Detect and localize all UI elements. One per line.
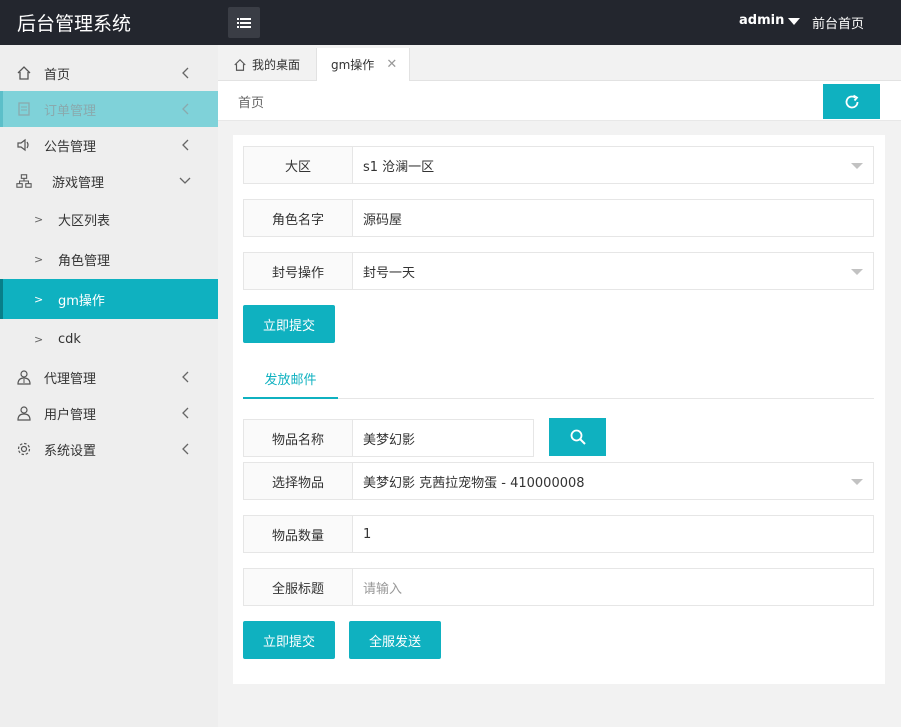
sidebar-item-settings[interactable]: 系统设置 [0, 431, 218, 467]
region-value: s1 沧澜一区 [363, 159, 435, 175]
tab-gm-ops[interactable]: gm操作 ✕ [316, 48, 410, 81]
top-header: 后台管理系统 admin 前台首页 [0, 0, 901, 45]
quantity-input[interactable]: 1 [353, 515, 874, 553]
refresh-icon [845, 94, 858, 108]
region-select[interactable]: s1 沧澜一区 [353, 146, 874, 184]
select-item-row: 选择物品 美梦幻影 克茜拉宠物蛋 - 410000008 [243, 462, 874, 500]
app-title: 后台管理系统 [17, 13, 132, 35]
sidebar-item-orders[interactable]: 订单管理 [0, 91, 218, 127]
chevron-right-icon: > [34, 292, 44, 306]
sidebar-item-label: 订单管理 [44, 103, 97, 119]
title-placeholder: 请输入 [363, 581, 403, 597]
item-name-row: 物品名称 美梦幻影 [243, 419, 534, 457]
ban-value: 封号一天 [363, 265, 416, 281]
sidebar-item-label: 系统设置 [44, 443, 97, 459]
sidebar-item-label: 代理管理 [44, 371, 97, 387]
item-select[interactable]: 美梦幻影 克茜拉宠物蛋 - 410000008 [353, 462, 874, 500]
chevron-left-icon [178, 102, 192, 116]
broadcast-send-button[interactable]: 全服发送 [349, 621, 441, 659]
breadcrumb-bar: 首页 [218, 81, 901, 121]
item-name-input[interactable]: 美梦幻影 [353, 419, 534, 457]
title-input[interactable]: 请输入 [353, 568, 874, 606]
mail-submit-button[interactable]: 立即提交 [243, 621, 335, 659]
role-name-input[interactable]: 源码屋 [353, 199, 874, 237]
sidebar-item-users[interactable]: 用户管理 [0, 395, 218, 431]
quantity-label: 物品数量 [243, 515, 353, 553]
menu-icon [237, 17, 251, 28]
home-icon [234, 58, 246, 71]
sidebar-item-home[interactable]: 首页 [0, 55, 218, 91]
speaker-icon [16, 137, 32, 153]
tab-label: 我的桌面 [252, 58, 301, 72]
ban-select[interactable]: 封号一天 [353, 252, 874, 290]
sidebar-item-label: 首页 [44, 67, 71, 83]
tab-my-desktop[interactable]: 我的桌面 [224, 48, 316, 81]
tab-label: gm操作 [331, 58, 375, 72]
item-select-value: 美梦幻影 克茜拉宠物蛋 - 410000008 [363, 475, 585, 491]
breadcrumb[interactable]: 首页 [238, 92, 264, 111]
sidebar-subitem-label: cdk [58, 331, 81, 347]
document-icon [16, 101, 32, 117]
users-icon [16, 369, 32, 385]
menu-toggle-button[interactable] [228, 7, 260, 38]
caret-down-icon [788, 17, 801, 25]
item-name-value: 美梦幻影 [363, 432, 416, 448]
user-menu[interactable]: admin [739, 13, 801, 28]
chevron-right-icon: > [34, 252, 44, 266]
tab-bar: 我的桌面 gm操作 ✕ [218, 45, 901, 81]
search-icon [570, 429, 586, 445]
sidebar-subitem-gm-ops[interactable]: > gm操作 [0, 279, 218, 319]
role-row: 角色名字 源码屋 [243, 199, 874, 237]
tab-send-mail[interactable]: 发放邮件 [243, 360, 338, 399]
role-label: 角色名字 [243, 199, 353, 237]
sidebar-subitem-role-manage[interactable]: > 角色管理 [0, 239, 218, 279]
chevron-left-icon [178, 370, 192, 384]
front-page-link[interactable]: 前台首页 [812, 13, 864, 32]
sidebar-subitem-label: 大区列表 [58, 213, 111, 229]
chevron-down-icon [178, 174, 192, 188]
ban-label: 封号操作 [243, 252, 353, 290]
gear-icon [16, 441, 32, 457]
sitemap-icon [16, 173, 32, 189]
user-icon [16, 405, 32, 421]
sidebar: 首页 订单管理 公告管理 游戏管理 > 大区列表 > 角色管理 > gm操作 >… [0, 45, 218, 727]
quantity-value: 1 [363, 526, 372, 542]
chevron-left-icon [178, 138, 192, 152]
chevron-left-icon [178, 442, 192, 456]
chevron-left-icon [178, 406, 192, 420]
caret-down-icon [851, 269, 863, 275]
title-row: 全服标题 请输入 [243, 568, 874, 606]
sidebar-subitem-region-list[interactable]: > 大区列表 [0, 199, 218, 239]
sidebar-subitem-label: 角色管理 [58, 253, 111, 269]
quantity-row: 物品数量 1 [243, 515, 874, 553]
chevron-left-icon [178, 66, 192, 80]
chevron-right-icon: > [34, 332, 44, 346]
ban-row: 封号操作 封号一天 [243, 252, 874, 290]
home-icon [16, 65, 32, 81]
username: admin [739, 13, 785, 28]
region-label: 大区 [243, 146, 353, 184]
role-value: 源码屋 [363, 212, 403, 228]
sidebar-item-announcements[interactable]: 公告管理 [0, 127, 218, 163]
caret-down-icon [851, 479, 863, 485]
caret-down-icon [851, 163, 863, 169]
sidebar-item-games[interactable]: 游戏管理 [0, 163, 218, 199]
close-icon[interactable]: ✕ [386, 57, 397, 72]
item-name-label: 物品名称 [243, 419, 353, 457]
sidebar-item-agents[interactable]: 代理管理 [0, 359, 218, 395]
sidebar-item-label: 游戏管理 [52, 175, 105, 191]
submit-button[interactable]: 立即提交 [243, 305, 335, 343]
chevron-right-icon: > [34, 212, 44, 226]
sidebar-item-label: 用户管理 [44, 407, 97, 423]
refresh-button[interactable] [823, 84, 880, 119]
sidebar-item-label: 公告管理 [44, 139, 97, 155]
search-button[interactable] [549, 418, 606, 456]
title-label: 全服标题 [243, 568, 353, 606]
region-row: 大区 s1 沧澜一区 [243, 146, 874, 184]
select-item-label: 选择物品 [243, 462, 353, 500]
sidebar-subitem-cdk[interactable]: > cdk [0, 319, 218, 359]
sidebar-subitem-label: gm操作 [58, 293, 105, 309]
